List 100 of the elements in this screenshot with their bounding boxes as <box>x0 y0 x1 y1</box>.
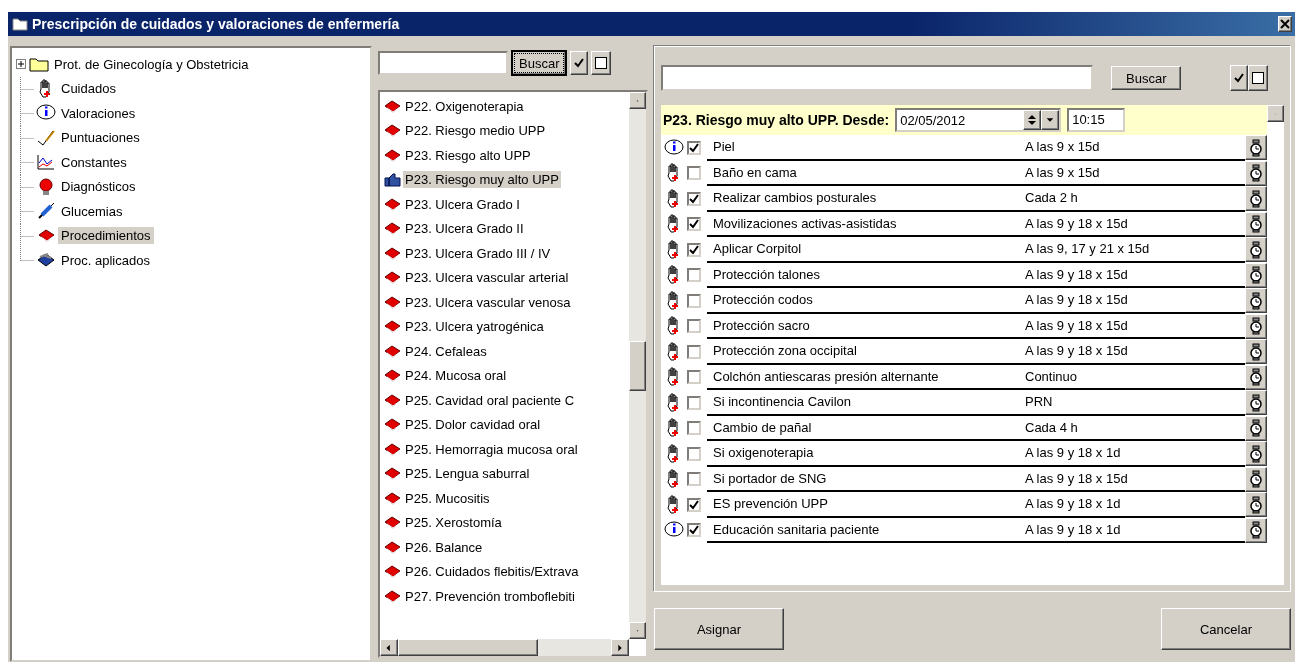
close-button[interactable] <box>1278 16 1292 32</box>
list-item[interactable]: P23. Riesgo alto UPP <box>403 146 533 164</box>
tree-item[interactable]: Proc. aplicados <box>58 251 153 269</box>
book-icon <box>384 418 401 432</box>
search-field[interactable] <box>378 51 508 75</box>
clock-icon <box>1249 368 1263 387</box>
list-item[interactable]: P24. Mucosa oral <box>403 367 509 385</box>
vertical-scrollbar[interactable] <box>629 92 646 639</box>
clock-button[interactable] <box>1245 339 1267 365</box>
clock-icon <box>1249 164 1263 183</box>
list-item[interactable]: P24. Cefaleas <box>403 342 489 360</box>
tree-item[interactable]: Diagnósticos <box>58 178 139 196</box>
tree-item[interactable]: Valoraciones <box>58 104 139 122</box>
scroll-up-button[interactable] <box>629 92 646 109</box>
window-title: Prescripción de cuidados y valoraciones de enfermería <box>32 16 401 32</box>
dropdown-button[interactable] <box>1041 110 1060 130</box>
checkbox[interactable] <box>687 497 701 512</box>
spin-button[interactable] <box>1023 110 1042 130</box>
checkbox[interactable] <box>687 395 701 410</box>
list-item[interactable]: P27. Prevención tromboflebiti <box>403 587 577 605</box>
list-item[interactable]: P22. Oxigenoterapia <box>403 97 526 115</box>
date-picker[interactable]: 02/05/2012 <box>895 108 1062 132</box>
clock-icon <box>1249 419 1263 438</box>
search-button[interactable]: Buscar <box>1111 66 1182 90</box>
clock-button[interactable] <box>1245 160 1267 186</box>
clock-icon <box>1249 291 1263 310</box>
uncheck-all-button[interactable] <box>591 51 612 75</box>
checkbox[interactable] <box>687 140 701 155</box>
tree-item[interactable]: Procedimientos <box>58 227 154 245</box>
list-item[interactable]: P26. Balance <box>403 538 485 556</box>
scroll-right-button[interactable] <box>611 639 629 656</box>
checkbox[interactable] <box>687 523 701 538</box>
clock-button[interactable] <box>1245 262 1267 288</box>
clock-button[interactable] <box>1245 466 1267 492</box>
list-item[interactable]: P23. Ulcera vascular arterial <box>403 269 571 287</box>
time-field[interactable]: 10:15 <box>1067 108 1126 132</box>
search-button[interactable]: Buscar <box>511 50 568 76</box>
list-item[interactable]: P25. Xerostomía <box>403 514 504 532</box>
check-all-button[interactable] <box>1230 65 1248 91</box>
scroll-thumb[interactable] <box>629 340 646 391</box>
tree-item[interactable]: Constantes <box>58 153 130 171</box>
clock-button[interactable] <box>1245 237 1267 263</box>
list-item[interactable]: P23. Ulcera vascular venosa <box>403 293 573 311</box>
list-item[interactable]: P23. Ulcera Grado III / IV <box>403 244 553 262</box>
list-item[interactable]: P26. Cuidados flebitis/Extrava <box>403 563 581 581</box>
cancel-button[interactable]: Cancelar <box>1161 608 1291 650</box>
checkbox[interactable] <box>687 293 701 308</box>
clock-button[interactable] <box>1245 313 1267 339</box>
clock-button[interactable] <box>1245 211 1267 237</box>
check-all-button[interactable] <box>570 51 589 75</box>
tree-item[interactable]: Glucemias <box>58 202 126 220</box>
list-item[interactable]: P23. Riesgo muy alto UPP <box>403 171 561 189</box>
list-item[interactable]: P25. Hemorragia mucosa oral <box>403 440 580 458</box>
tree-item[interactable]: Puntuaciones <box>58 129 143 147</box>
list-item[interactable]: P25. Dolor cavidad oral <box>403 416 543 434</box>
checkbox[interactable] <box>687 242 701 257</box>
list-item[interactable]: P25. Lengua saburral <box>403 465 532 483</box>
book-icon <box>384 197 401 211</box>
checkbox[interactable] <box>687 319 701 334</box>
clock-button[interactable] <box>1245 364 1267 390</box>
clock-button[interactable] <box>1245 517 1267 543</box>
tree-item[interactable]: Cuidados <box>58 80 119 98</box>
scroll-up-button[interactable] <box>1267 105 1284 122</box>
uncheck-all-button[interactable] <box>1248 65 1268 91</box>
horizontal-scrollbar[interactable] <box>380 639 629 656</box>
book-icon <box>384 124 401 138</box>
scroll-down-button[interactable] <box>629 622 646 639</box>
list-item[interactable]: P22. Riesgo medio UPP <box>403 122 548 140</box>
checkbox[interactable] <box>687 191 701 206</box>
search-field[interactable] <box>661 65 1093 91</box>
clock-button[interactable] <box>1245 288 1267 314</box>
pencil-icon <box>36 128 56 147</box>
scroll-left-button[interactable] <box>380 639 398 656</box>
checkbox[interactable] <box>687 166 701 181</box>
list-item[interactable]: P23. Ulcera yatrogénica <box>403 318 546 336</box>
clock-button[interactable] <box>1245 135 1267 161</box>
checkbox[interactable] <box>687 344 701 359</box>
checkbox[interactable] <box>687 268 701 283</box>
clock-button[interactable] <box>1245 186 1267 212</box>
list-item[interactable]: P25. Mucositis <box>403 489 492 507</box>
checkbox[interactable] <box>687 217 701 232</box>
checkbox[interactable] <box>687 370 701 385</box>
clock-button[interactable] <box>1245 390 1267 416</box>
checkbox[interactable] <box>687 421 701 436</box>
list-item[interactable]: P23. Ulcera Grado I <box>403 195 522 213</box>
tree-item[interactable]: Prot. de Ginecología y Obstetricia <box>51 55 252 73</box>
clock-button[interactable] <box>1245 492 1267 518</box>
clock-button[interactable] <box>1245 441 1267 467</box>
book-icon <box>384 271 401 285</box>
checkbox[interactable] <box>687 472 701 487</box>
expand-icon[interactable] <box>16 58 27 70</box>
clock-button[interactable] <box>1245 415 1267 441</box>
checkbox[interactable] <box>687 446 701 461</box>
book-icon <box>384 442 401 456</box>
assign-button[interactable]: Asignar <box>654 608 784 650</box>
checkmark-icon <box>1234 73 1244 83</box>
vertical-scrollbar[interactable] <box>1267 105 1284 585</box>
scroll-thumb[interactable] <box>398 639 538 656</box>
list-item[interactable]: P23. Ulcera Grado II <box>403 220 526 238</box>
list-item[interactable]: P25. Cavidad oral paciente C <box>403 391 577 409</box>
